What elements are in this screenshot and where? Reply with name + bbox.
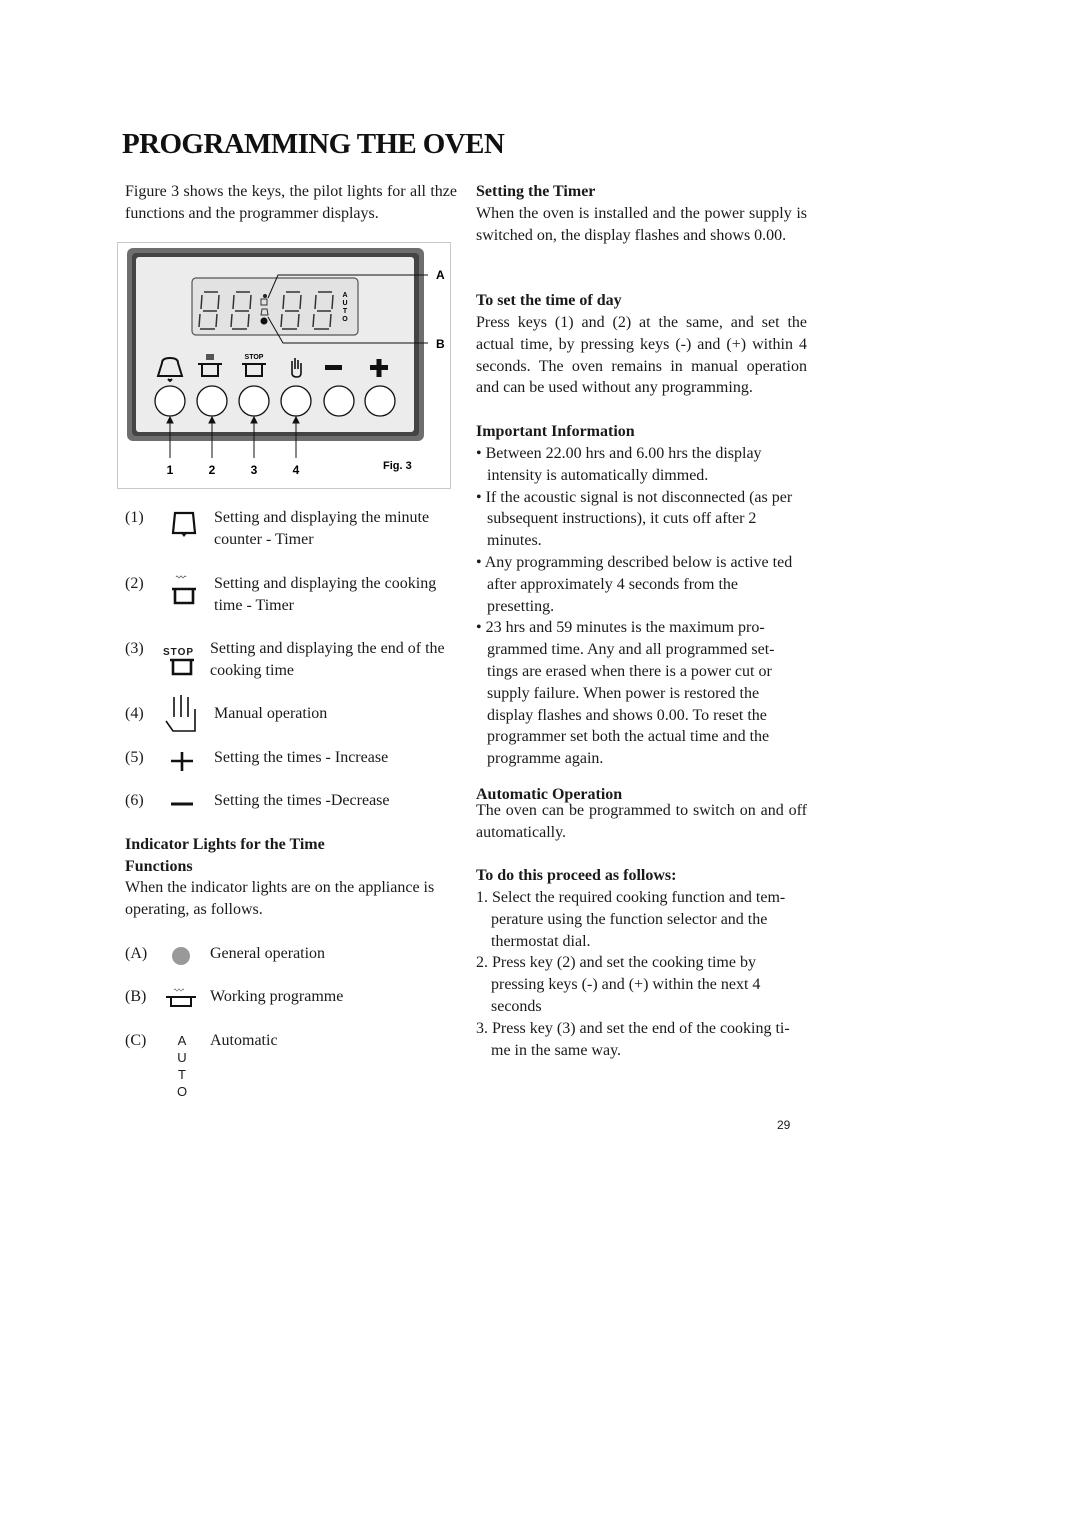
control-panel-diagram: A U T O A B STOP 1 2 3 4 Fig. 3	[127, 248, 445, 477]
key-minus-button	[323, 385, 355, 417]
key-list-text: Setting and displaying the cooking time …	[214, 575, 437, 614]
key-list-number: (3)	[125, 640, 144, 657]
proceed-step: 2. Press key (2) and set the cooking tim…	[476, 954, 761, 1015]
grey-dot-icon	[160, 943, 204, 983]
indicator-text: Working programme	[210, 988, 344, 1005]
indicator-letter: (C)	[125, 1032, 147, 1049]
key-number-4: 4	[293, 463, 300, 477]
key-2-button	[196, 385, 228, 417]
stop-pot-icon: STOP	[160, 638, 204, 678]
auto-letter: O	[176, 1084, 188, 1099]
indicator-lights-text: When the indicator lights are on the app…	[125, 879, 435, 918]
display-auto-u: U	[342, 300, 347, 307]
auto-letter: A	[177, 1033, 187, 1048]
key-list-text: Setting the times -Decrease	[214, 792, 390, 809]
auto-letter: U	[177, 1050, 187, 1065]
bell-icon	[160, 507, 204, 547]
key-number-3: 3	[251, 463, 258, 477]
key-list-number: (6)	[125, 792, 144, 809]
minus-icon	[325, 365, 342, 370]
proceed-step: 3. Press key (3) and set the end of the …	[476, 1019, 790, 1059]
key-list-number: (2)	[125, 575, 144, 592]
key-4-button	[280, 385, 312, 417]
time-of-day-text: Press keys (1) and (2) at the same, and …	[476, 314, 807, 397]
intro-paragraph: Figure 3 shows the keys, the pilot light…	[125, 183, 457, 222]
dot-indicator	[260, 317, 268, 325]
cooking-pot-icon	[160, 573, 204, 613]
callout-a-label: A	[436, 268, 445, 282]
time-of-day-heading: To set the time of day	[476, 292, 622, 309]
stop-label: STOP	[163, 647, 195, 658]
key-plus-button	[364, 385, 396, 417]
key-3-button	[238, 385, 270, 417]
important-info-bullet: • Any programming described below is act…	[476, 553, 793, 615]
heading-line-1: Indicator Lights for the Time	[125, 836, 325, 853]
indicator-letter: (A)	[125, 945, 148, 962]
key-list-text: Setting the times - Increase	[214, 749, 389, 766]
important-info-bullet: • If the acoustic signal is not disconne…	[476, 488, 793, 550]
important-info-heading: Important Information	[476, 423, 635, 440]
important-info-bullet: • 23 hrs and 59 minutes is the maximum p…	[476, 619, 775, 768]
setting-timer-heading: Setting the Timer	[476, 183, 596, 200]
important-info-bullet: • Between 22.00 hrs and 6.00 hrs the dis…	[476, 445, 762, 484]
page-number: 29	[777, 1118, 791, 1132]
key-1-button	[154, 385, 186, 417]
minus-icon	[160, 790, 204, 830]
proceed-step: 1. Select the required cooking function …	[476, 889, 786, 950]
important-info-list: • Between 22.00 hrs and 6.00 hrs the dis…	[476, 443, 796, 770]
indicator-letter: (B)	[125, 988, 147, 1005]
display-auto-t: T	[343, 308, 348, 315]
auto-letter: T	[178, 1067, 186, 1082]
callout-b-label: B	[436, 337, 445, 351]
display-auto-a: A	[342, 292, 347, 299]
display-auto-o: O	[342, 316, 348, 323]
hand-icon	[160, 695, 204, 735]
stop-label: STOP	[245, 354, 264, 361]
indicator-lights-heading: Indicator Lights for the Time Functions	[125, 834, 325, 878]
key-list-text: Manual operation	[214, 705, 328, 722]
indicator-text: General operation	[210, 945, 326, 962]
heading-line-2: Functions	[125, 857, 193, 875]
key-number-1: 1	[167, 463, 174, 477]
key-number-2: 2	[209, 463, 216, 477]
key-list-text: Setting and displaying the minute counte…	[214, 509, 430, 548]
key-list-number: (1)	[125, 509, 144, 526]
indicator-text: Automatic	[210, 1032, 278, 1049]
key-list-number: (5)	[125, 749, 144, 766]
key-list-text: Setting and displaying the end of the co…	[210, 640, 445, 679]
proceed-heading: To do this proceed as follows:	[476, 867, 677, 884]
page-title: PROGRAMMING THE OVEN	[122, 128, 505, 160]
key-list-number: (4)	[125, 705, 144, 722]
setting-timer-text: When the oven is installed and the power…	[476, 205, 807, 244]
cooking-pot-icon	[160, 986, 204, 1026]
lcd-display	[191, 277, 359, 336]
figure-3-control-panel: A U T O A B STOP 1 2 3 4 Fig. 3	[117, 242, 451, 489]
plus-icon	[160, 747, 204, 787]
figure-caption: Fig. 3	[383, 460, 412, 472]
automatic-operation-text: The oven can be programmed to switch on …	[476, 802, 807, 841]
proceed-steps: 1. Select the required cooking function …	[476, 887, 806, 1061]
